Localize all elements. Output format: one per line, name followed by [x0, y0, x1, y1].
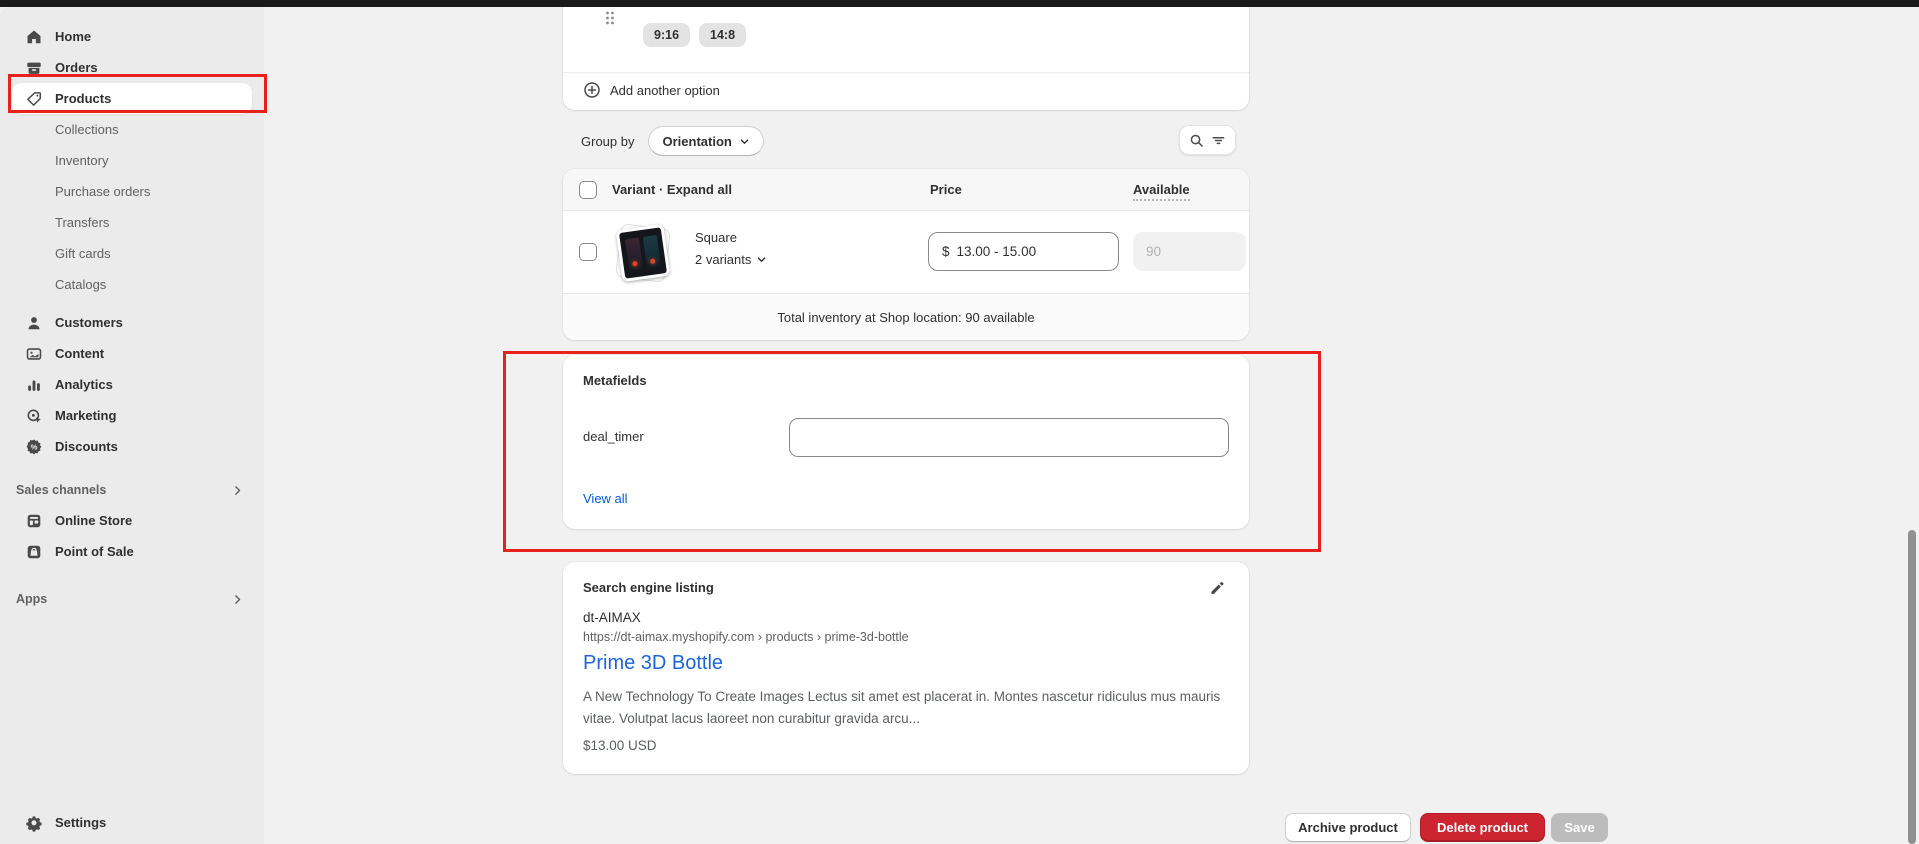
metafield-deal-timer-input[interactable]: [789, 418, 1229, 457]
content-icon: [24, 344, 44, 364]
chevron-down-icon: [756, 254, 767, 265]
product-image: [616, 224, 671, 282]
top-bar: [0, 0, 1919, 7]
search-engine-listing-card: Search engine listing dt-AIMAX https://d…: [563, 562, 1249, 774]
chevron-right-icon: [231, 484, 244, 497]
filter-icon: [1211, 133, 1226, 148]
metafields-title: Metafields: [583, 373, 647, 388]
sidebar-item-label: Products: [55, 91, 111, 106]
search-icon: [1189, 133, 1204, 148]
sidebar-item-label: Discounts: [55, 439, 118, 454]
sidebar-item-point-of-sale[interactable]: Point of Sale: [12, 536, 252, 567]
sidebar-item-purchase-orders[interactable]: Purchase orders: [12, 176, 252, 207]
apps-header[interactable]: Apps: [12, 584, 252, 614]
group-by-dropdown[interactable]: Orientation: [648, 126, 763, 156]
option-value-pill[interactable]: 9:16: [643, 23, 690, 47]
sidebar-item-label: Content: [55, 346, 104, 361]
group-by-label: Group by: [581, 134, 634, 149]
search-and-filter-button[interactable]: [1179, 125, 1236, 155]
plus-circle-icon: [583, 81, 601, 99]
variant-thumbnail[interactable]: [615, 224, 673, 282]
metafields-card: Metafields deal_timer View all: [563, 355, 1249, 529]
variant-row: Square 2 variants $ 13.00 - 15.00: [563, 211, 1249, 293]
products-icon: [24, 89, 44, 109]
sidebar-item-label: Marketing: [55, 408, 116, 423]
customers-icon: [24, 313, 44, 333]
price-value: 13.00 - 15.00: [957, 244, 1037, 259]
delete-product-button[interactable]: Delete product: [1420, 813, 1545, 842]
sidebar-item-home[interactable]: Home: [12, 21, 252, 52]
sidebar-item-gift-cards[interactable]: Gift cards: [12, 238, 252, 269]
edit-pencil-icon[interactable]: [1203, 577, 1231, 599]
sidebar-item-online-store[interactable]: Online Store: [12, 505, 252, 536]
variant-expand-toggle[interactable]: 2 variants: [695, 252, 767, 267]
sidebar-item-orders[interactable]: Orders: [12, 52, 252, 83]
metafield-label: deal_timer: [583, 429, 644, 444]
sales-channels-header[interactable]: Sales channels: [12, 475, 252, 505]
variant-row-checkbox[interactable]: [579, 243, 597, 261]
seo-page-title-link[interactable]: Prime 3D Bottle: [583, 652, 723, 675]
save-button[interactable]: Save: [1551, 813, 1608, 842]
sidebar-item-content[interactable]: Content: [12, 338, 252, 369]
orders-icon: [24, 58, 44, 78]
online-store-icon: [24, 511, 44, 531]
sidebar-item-collections[interactable]: Collections: [12, 114, 252, 145]
sidebar-item-label: Online Store: [55, 513, 132, 528]
sidebar: Home Orders Products Collections Invento…: [0, 7, 264, 844]
sidebar-item-catalogs[interactable]: Catalogs: [12, 269, 252, 300]
available-column-header[interactable]: Available: [1133, 182, 1190, 201]
sidebar-item-label: Customers: [55, 315, 123, 330]
seo-breadcrumb-url: https://dt-aimax.myshopify.com › product…: [583, 630, 909, 644]
point-of-sale-icon: [24, 542, 44, 562]
add-another-option-button[interactable]: Add another option: [583, 74, 720, 106]
drag-handle-icon[interactable]: [603, 8, 617, 28]
sidebar-item-label: Orders: [55, 60, 98, 75]
variant-name: Square: [695, 230, 737, 245]
group-by-row: Group by Orientation: [563, 125, 1249, 157]
sidebar-item-inventory[interactable]: Inventory: [12, 145, 252, 176]
select-all-checkbox[interactable]: [579, 181, 597, 199]
archive-product-button[interactable]: Archive product: [1285, 813, 1411, 842]
seo-site-name: dt-AIMAX: [583, 610, 641, 625]
variants-table-card: Variant · Expand all Price Available Squ…: [563, 169, 1249, 340]
available-quantity-input[interactable]: [1133, 232, 1246, 271]
discounts-icon: %: [24, 437, 44, 457]
currency-prefix: $: [942, 244, 950, 259]
price-range-input[interactable]: $ 13.00 - 15.00: [928, 232, 1119, 271]
home-icon: [24, 27, 44, 47]
chevron-down-icon: [739, 136, 750, 147]
seo-card-title: Search engine listing: [583, 580, 714, 595]
sidebar-item-label: Analytics: [55, 377, 113, 392]
sidebar-item-transfers[interactable]: Transfers: [12, 207, 252, 238]
footer-action-bar: Archive product Delete product Save: [0, 813, 1919, 844]
inventory-summary: Total inventory at Shop location: 90 ava…: [563, 293, 1249, 340]
sidebar-item-label: Home: [55, 29, 91, 44]
view-all-link[interactable]: View all: [583, 491, 628, 506]
option-value-pill[interactable]: 14:8: [699, 23, 746, 47]
sidebar-item-products[interactable]: Products: [12, 83, 252, 114]
sidebar-item-analytics[interactable]: Analytics: [12, 369, 252, 400]
variant-options-card: Image Ratio 9:16 14:8 Add another option: [563, 0, 1249, 110]
divider: [563, 72, 1249, 73]
analytics-icon: [24, 375, 44, 395]
seo-description: A New Technology To Create Images Lectus…: [583, 686, 1238, 730]
sidebar-item-label: Point of Sale: [55, 544, 134, 559]
chevron-right-icon: [231, 593, 244, 606]
variant-column-header[interactable]: Variant · Expand all: [612, 182, 732, 197]
svg-text:%: %: [31, 442, 38, 451]
sidebar-item-customers[interactable]: Customers: [12, 307, 252, 338]
seo-price: $13.00 USD: [583, 738, 657, 753]
variants-table-header: Variant · Expand all Price Available: [563, 169, 1249, 211]
sidebar-item-marketing[interactable]: Marketing: [12, 400, 252, 431]
sidebar-item-discounts[interactable]: % Discounts: [12, 431, 252, 462]
price-column-header: Price: [930, 182, 962, 197]
marketing-icon: [24, 406, 44, 426]
vertical-scrollbar[interactable]: [1908, 530, 1916, 844]
